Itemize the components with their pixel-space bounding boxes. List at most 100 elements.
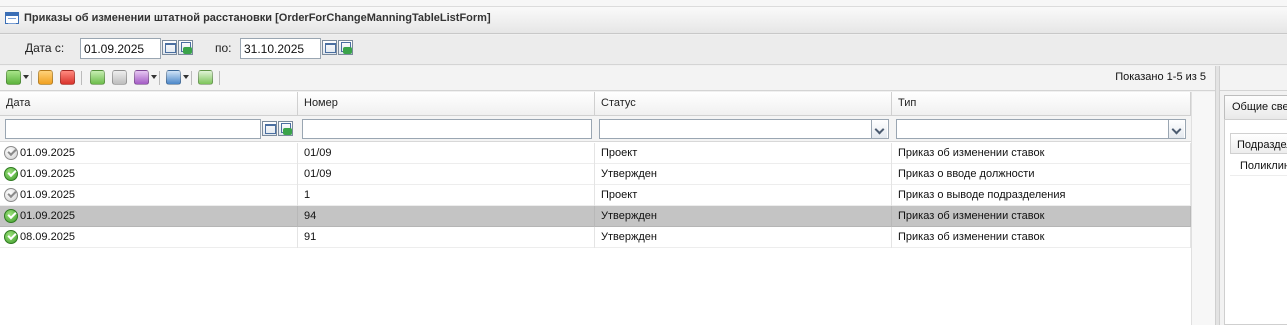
filter-status-select[interactable]: [599, 119, 889, 139]
grid-toolbar: Показано 1-5 из 5: [0, 66, 1215, 91]
window-titlebar: Приказы об изменении штатной расстановки…: [0, 0, 1287, 34]
cell-text: 01/09: [304, 168, 332, 180]
approved-status-icon: [4, 209, 18, 223]
details-toolbar: [1220, 66, 1287, 91]
cell-text: 1: [304, 189, 311, 201]
form-list-icon: [5, 12, 19, 24]
grid-vertical-scrollbar[interactable]: [1191, 92, 1215, 325]
toolbar-separator: [219, 71, 220, 85]
date-to-clear-icon[interactable]: [338, 40, 353, 55]
cell-text: Приказ о выводе подразделения: [898, 189, 1066, 201]
cell-text: Утвержден: [601, 168, 657, 180]
table-row[interactable]: 01.09.2025 1 Проект Приказ о выводе подразд…: [0, 185, 1191, 206]
delete-icon[interactable]: [60, 70, 75, 85]
cell-text: Утвержден: [601, 210, 657, 222]
date-to-input[interactable]: [240, 38, 321, 59]
cell-number: 94: [298, 206, 595, 227]
cell-number: 01/09: [298, 143, 595, 164]
filter-type-select[interactable]: [896, 119, 1186, 139]
date-filter-bar: Дата с: по:: [0, 35, 1287, 65]
date-to-label: по:: [215, 41, 232, 55]
table-row[interactable]: 01.09.2025 01/09 Утвержден Приказ о вводе д…: [0, 164, 1191, 185]
actions-icon[interactable]: [134, 70, 149, 85]
cell-text: 01.09.2025: [20, 210, 76, 222]
cell-date: 01.09.2025: [0, 206, 298, 227]
window-title: Приказы об изменении штатной расстановки…: [24, 12, 491, 24]
details-column-header[interactable]: Подразделение: [1230, 133, 1287, 154]
tab-general-info[interactable]: Общие сведения: [1224, 95, 1287, 119]
cell-text: Утвержден: [601, 231, 657, 243]
grid-header: Дата Номер Статус Тип: [0, 92, 1191, 116]
draft-status-icon: [4, 146, 18, 160]
date-to-calendar-icon[interactable]: [322, 40, 337, 55]
toolbar-separator: [81, 71, 82, 85]
cell-text: 08.09.2025: [20, 231, 76, 243]
cell-status: Утвержден: [595, 164, 892, 185]
filter-date-clear-icon[interactable]: [278, 121, 293, 136]
filter-number-input[interactable]: [302, 119, 592, 139]
table-row[interactable]: 01.09.2025 01/09 Проект Приказ об изменении…: [0, 143, 1191, 164]
cell-text: Приказ об изменении ставок: [898, 147, 1045, 159]
cell-date: 01.09.2025: [0, 143, 298, 164]
filter-date-calendar-icon[interactable]: [262, 121, 277, 136]
cell-status: Утвержден: [595, 227, 892, 248]
cell-text: 01.09.2025: [20, 189, 76, 201]
date-from-clear-icon[interactable]: [178, 40, 193, 55]
approved-status-icon: [4, 230, 18, 244]
cell-text: Проект: [601, 147, 638, 159]
cell-text: 91: [304, 231, 317, 243]
approved-status-icon: [4, 167, 18, 181]
toolbar-separator: [191, 71, 192, 85]
unapprove-icon[interactable]: [112, 70, 127, 85]
cell-text: 94: [304, 210, 317, 222]
toolbar-separator: [31, 71, 32, 85]
cell-text: Проект: [601, 189, 638, 201]
column-header-number[interactable]: Номер: [298, 92, 595, 116]
table-row[interactable]: 08.09.2025 91 Утвержден Приказ об изменении…: [0, 227, 1191, 248]
cell-number: 01/09: [298, 164, 595, 185]
column-header-date[interactable]: Дата: [0, 92, 298, 116]
details-panel: Общие сведения Подразделение Поликлиника: [1220, 66, 1287, 325]
cell-text: 01/09: [304, 147, 332, 159]
approve-icon[interactable]: [90, 70, 105, 85]
date-from-label: Дата с:: [25, 41, 65, 55]
paging-info: Показано 1-5 из 5: [1115, 71, 1206, 83]
draft-status-icon: [4, 188, 18, 202]
cell-status: Утвержден: [595, 206, 892, 227]
edit-icon[interactable]: [38, 70, 53, 85]
cell-status: Проект: [595, 143, 892, 164]
cell-date: 01.09.2025: [0, 164, 298, 185]
actions-dropdown-chevron-icon[interactable]: [151, 75, 157, 79]
cell-type: Приказ об изменении ставок: [892, 227, 1191, 248]
column-header-type[interactable]: Тип: [892, 92, 1191, 116]
cell-text: Приказ об изменении ставок: [898, 231, 1045, 243]
add-dropdown-chevron-icon[interactable]: [23, 75, 29, 79]
print-dropdown-chevron-icon[interactable]: [183, 75, 189, 79]
filter-status-chevron-down-icon[interactable]: [871, 120, 887, 138]
filter-type-chevron-down-icon[interactable]: [1168, 120, 1184, 138]
cell-type: Приказ об изменении ставок: [892, 206, 1191, 227]
filter-date-input[interactable]: [5, 119, 261, 139]
date-from-input[interactable]: [80, 38, 161, 59]
date-from-calendar-icon[interactable]: [162, 40, 177, 55]
cell-number: 1: [298, 185, 595, 206]
cell-type: Приказ об изменении ставок: [892, 143, 1191, 164]
cell-text: Приказ об изменении ставок: [898, 210, 1045, 222]
add-icon[interactable]: [6, 70, 21, 85]
cell-type: Приказ о выводе подразделения: [892, 185, 1191, 206]
cell-text: Приказ о вводе должности: [898, 168, 1035, 180]
cell-number: 91: [298, 227, 595, 248]
details-cell[interactable]: Поликлиника: [1230, 155, 1287, 176]
toolbar-separator: [159, 71, 160, 85]
cell-date: 08.09.2025: [0, 227, 298, 248]
cell-text: 01.09.2025: [20, 168, 76, 180]
cell-date: 01.09.2025: [0, 185, 298, 206]
titlebar-top-strip: [0, 0, 1287, 7]
grid-filter-row: [0, 116, 1191, 142]
table-row[interactable]: 01.09.2025 94 Утвержден Приказ об изменении…: [0, 206, 1191, 227]
cell-type: Приказ о вводе должности: [892, 164, 1191, 185]
column-header-status[interactable]: Статус: [595, 92, 892, 116]
print-icon[interactable]: [166, 70, 181, 85]
refresh-icon[interactable]: [198, 70, 213, 85]
cell-text: 01.09.2025: [20, 147, 76, 159]
